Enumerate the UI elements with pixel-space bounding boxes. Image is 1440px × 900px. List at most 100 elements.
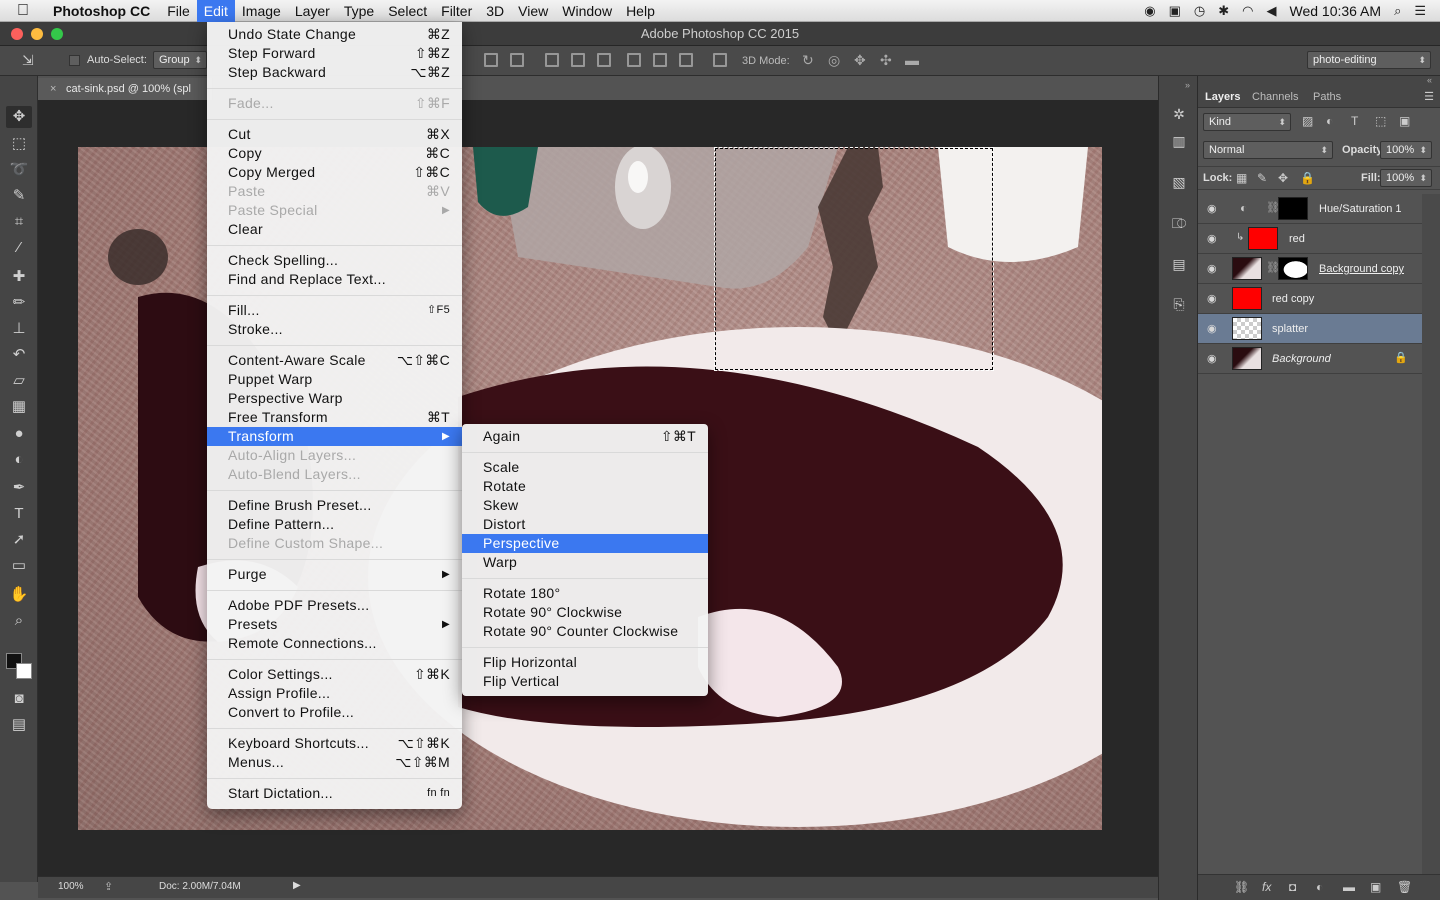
align-icon[interactable] <box>510 53 524 67</box>
gradient-tool-icon[interactable]: ▦ <box>6 396 32 418</box>
menu-help[interactable]: Help <box>619 0 662 22</box>
menu-item-convert-profile[interactable]: Convert to Profile... <box>207 703 462 722</box>
menu-select[interactable]: Select <box>381 0 434 22</box>
auto-align-icon[interactable] <box>713 53 727 67</box>
3d-scale-icon[interactable]: ▬ <box>905 52 919 68</box>
layer-row[interactable]: ◉ splatter <box>1198 314 1422 344</box>
properties-icon[interactable]: ▧ <box>1169 174 1189 192</box>
layer-thumbnail[interactable] <box>1232 317 1262 340</box>
menu-item-start-dictation[interactable]: Start Dictation... fn fn <box>207 784 462 803</box>
new-group-icon[interactable]: ▬ <box>1343 880 1355 894</box>
screen-mode-icon[interactable]: ▤ <box>6 714 32 736</box>
menu-item-assign-profile[interactable]: Assign Profile... <box>207 684 462 703</box>
clone-stamp-tool-icon[interactable]: ⊥ <box>6 318 32 340</box>
menu-item-clear[interactable]: Clear <box>207 220 462 239</box>
filter-smart-object-icon[interactable]: ▣ <box>1399 114 1410 128</box>
notification-center-icon[interactable]: ☰ <box>1414 3 1426 19</box>
status-menu-arrow-icon[interactable]: ▶ <box>293 880 301 891</box>
menu-item-presets[interactable]: Presets ▶ <box>207 615 462 634</box>
distribute-icon[interactable] <box>627 53 641 67</box>
distribute-icon[interactable] <box>653 53 667 67</box>
menu-item-content-aware-scale[interactable]: Content-Aware Scale ⌥⇧⌘C <box>207 351 462 370</box>
menu-3d[interactable]: 3D <box>479 0 511 22</box>
distribute-icon[interactable] <box>597 53 611 67</box>
menu-item-cut[interactable]: Cut ⌘X <box>207 125 462 144</box>
3d-slide-icon[interactable]: ✣ <box>880 52 892 69</box>
3d-roll-icon[interactable]: ◎ <box>828 52 840 69</box>
align-icon[interactable] <box>484 53 498 67</box>
filter-kind-dropdown[interactable]: Kind <box>1203 113 1291 131</box>
menu-item-warp[interactable]: Warp <box>462 553 708 572</box>
visibility-eye-icon[interactable]: ◉ <box>1207 232 1217 245</box>
layer-mask-thumbnail[interactable] <box>1278 257 1308 280</box>
menu-image[interactable]: Image <box>235 0 288 22</box>
brush-tool-icon[interactable]: ✏ <box>6 292 32 314</box>
tab-layers[interactable]: Layers <box>1205 91 1240 103</box>
menu-view[interactable]: View <box>511 0 555 22</box>
move-tool-icon[interactable]: ⇲ <box>22 52 34 69</box>
layer-row[interactable]: ◉ ◐ ⛓ Hue/Saturation 1 <box>1198 194 1422 224</box>
layer-row[interactable]: ◉ red copy <box>1198 284 1422 314</box>
layer-thumbnail[interactable] <box>1232 287 1262 310</box>
lock-image-icon[interactable]: ✎ <box>1257 171 1267 185</box>
dodge-tool-icon[interactable]: ◐ <box>6 449 32 471</box>
menu-item-puppet-warp[interactable]: Puppet Warp <box>207 370 462 389</box>
distribute-icon[interactable] <box>545 53 559 67</box>
badge-icon[interactable]: ▣ <box>1169 3 1181 19</box>
time-machine-icon[interactable]: ◷ <box>1194 3 1205 19</box>
volume-icon[interactable]: ◀ <box>1266 3 1276 19</box>
panel-menu-icon[interactable]: ☰ <box>1424 90 1434 103</box>
menubar-clock[interactable]: Wed 10:36 AM <box>1289 3 1381 19</box>
layer-row[interactable]: ◉ Background 🔒 <box>1198 344 1422 374</box>
adjustments-icon[interactable]: ✲ <box>1169 106 1189 124</box>
menu-layer[interactable]: Layer <box>288 0 337 22</box>
layer-mask-thumbnail[interactable] <box>1278 197 1308 220</box>
menu-item-rotate-90-ccw[interactable]: Rotate 90° Counter Clockwise <box>462 622 708 641</box>
eraser-tool-icon[interactable]: ▱ <box>6 370 32 392</box>
distribute-icon[interactable] <box>679 53 693 67</box>
pen-tool-icon[interactable]: ✒ <box>6 477 32 499</box>
new-adjustment-icon[interactable]: ◐ <box>1316 880 1323 894</box>
menu-item-rotate-90-cw[interactable]: Rotate 90° Clockwise <box>462 603 708 622</box>
type-tool-icon[interactable]: T <box>6 503 32 525</box>
visibility-eye-icon[interactable]: ◉ <box>1207 262 1217 275</box>
workspace-dropdown[interactable]: photo-editing <box>1307 51 1431 69</box>
menu-file[interactable]: File <box>160 0 197 22</box>
layer-style-icon[interactable]: fx <box>1262 880 1271 894</box>
zoom-level[interactable]: 100% <box>58 881 84 892</box>
add-mask-icon[interactable]: ◘ <box>1289 880 1296 894</box>
marquee-tool-icon[interactable]: ⬚ <box>6 133 32 155</box>
auto-select-dropdown[interactable]: Group <box>153 51 207 69</box>
menu-item-keyboard-shortcuts[interactable]: Keyboard Shortcuts... ⌥⇧⌘K <box>207 734 462 753</box>
quick-mask-icon[interactable]: ◙ <box>6 688 32 710</box>
menu-app[interactable]: Photoshop CC <box>46 0 160 22</box>
distribute-icon[interactable] <box>571 53 585 67</box>
layer-row[interactable]: ◉ ⛓ Background copy <box>1198 254 1422 284</box>
visibility-eye-icon[interactable]: ◉ <box>1207 292 1217 305</box>
background-color-swatch[interactable] <box>16 663 32 679</box>
menu-item-copy-merged[interactable]: Copy Merged ⇧⌘C <box>207 163 462 182</box>
rectangle-tool-icon[interactable]: ▭ <box>6 555 32 577</box>
bluetooth-icon[interactable]: ✱ <box>1218 3 1229 19</box>
layer-thumbnail[interactable] <box>1248 227 1278 250</box>
apple-icon[interactable]:  <box>0 2 46 20</box>
healing-brush-tool-icon[interactable]: ✚ <box>6 266 32 288</box>
menu-filter[interactable]: Filter <box>434 0 479 22</box>
creative-cloud-icon[interactable]: ◉ <box>1144 3 1155 19</box>
menu-item-copy[interactable]: Copy ⌘C <box>207 144 462 163</box>
menu-item-fill[interactable]: Fill... ⇧F5 <box>207 301 462 320</box>
trash-icon[interactable]: 🗑 <box>1397 880 1412 894</box>
export-icon[interactable]: ⇪ <box>104 880 113 893</box>
menu-item-stroke[interactable]: Stroke... <box>207 320 462 339</box>
hand-tool-icon[interactable]: ✋ <box>6 584 32 606</box>
paragraph-icon[interactable]: ▤ <box>1169 256 1189 274</box>
menu-item-rotate[interactable]: Rotate <box>462 477 708 496</box>
visibility-eye-icon[interactable]: ◉ <box>1207 352 1217 365</box>
path-select-tool-icon[interactable]: ➚ <box>6 529 32 551</box>
filter-adjustment-icon[interactable]: ◐ <box>1326 114 1333 128</box>
menu-item-check-spelling[interactable]: Check Spelling... <box>207 251 462 270</box>
menu-item-perspective-warp[interactable]: Perspective Warp <box>207 389 462 408</box>
blend-mode-dropdown[interactable]: Normal <box>1203 141 1333 159</box>
spotlight-icon[interactable]: ⌕ <box>1394 3 1401 19</box>
auto-select-checkbox[interactable] <box>69 55 80 66</box>
